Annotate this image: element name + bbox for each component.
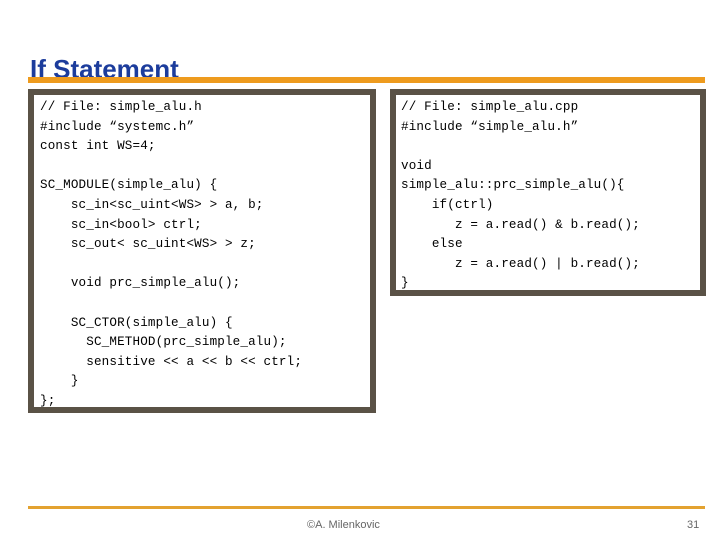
footer-author: ©A. Milenkovic: [307, 519, 380, 531]
footer-rule: [28, 506, 705, 509]
code-text-header-file: // File: simple_alu.h #include “systemc.…: [40, 100, 303, 408]
code-text-source-file: // File: simple_alu.cpp #include “simple…: [401, 100, 640, 291]
code-block-header-file: // File: simple_alu.h #include “systemc.…: [28, 89, 376, 413]
slide-canvas: If Statement // File: simple_alu.h #incl…: [0, 0, 720, 540]
title-underline-rule: [28, 77, 705, 83]
code-block-source-file: // File: simple_alu.cpp #include “simple…: [390, 89, 706, 296]
footer-page-number: 31: [687, 519, 700, 531]
